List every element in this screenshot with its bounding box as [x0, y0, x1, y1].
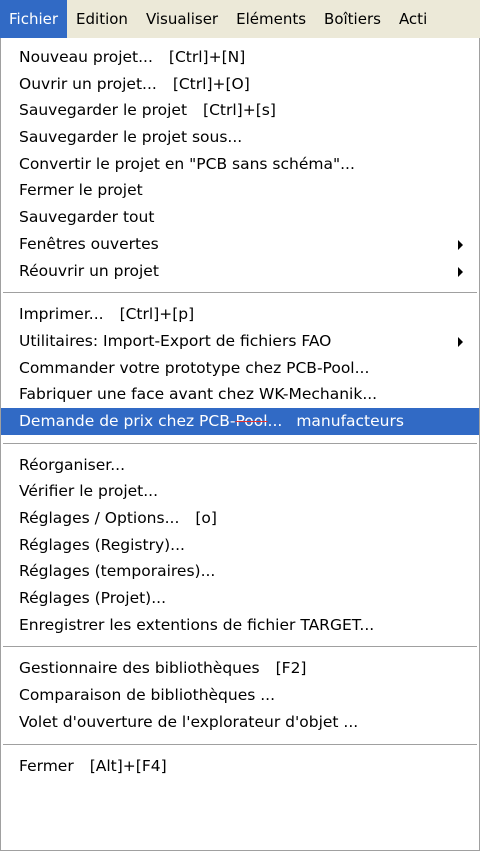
menu-item-fabriquer-face-avant[interactable]: Fabriquer une face avant chez WK-Mechani…	[1, 381, 479, 408]
menu-item-shortcut: [Ctrl]+[O]	[172, 74, 250, 93]
menu-item-label: Ouvrir un projet...	[19, 74, 157, 93]
menu-item-label: Réglages / Options...	[19, 509, 180, 527]
menu-item-gestionnaire-bibliotheques[interactable]: Gestionnaire des bibliothèques [F2]	[1, 655, 479, 682]
menu-separator	[3, 292, 477, 294]
menu-item-convertir-projet[interactable]: Convertir le projet en "PCB sans schéma"…	[1, 151, 479, 178]
menu-item-label-struck: Pool	[235, 411, 268, 430]
menu-item-demande-de-prix[interactable]: Demande de prix chez PCB-Pool... manufact…	[1, 407, 479, 435]
menu-item-extra: manufacteurs	[296, 411, 404, 430]
menu-item-label: Gestionnaire des bibliothèques	[19, 659, 260, 678]
menu-item-label: Réglages (temporaires)...	[19, 562, 216, 581]
menubar-elements[interactable]: Eléments	[227, 0, 315, 38]
menu-item-enregistrer-extentions[interactable]: Enregistrer les extentions de fichier TA…	[1, 612, 479, 639]
menu-item-label: Réglages (Projet)...	[19, 589, 167, 608]
submenu-arrow-icon	[458, 239, 463, 250]
menu-item-reouvrir-projet[interactable]: Réouvrir un projet	[1, 258, 479, 285]
menu-item-reglages-options[interactable]: Réglages / Options... [o]	[1, 505, 479, 532]
menu-item-reorganiser[interactable]: Réorganiser...	[1, 452, 479, 479]
menubar-visualiser[interactable]: Visualiser	[137, 0, 227, 38]
menu-item-sauvegarder-projet-sous[interactable]: Sauvegarder le projet sous...	[1, 124, 479, 151]
menu-item-label: Comparaison de bibliothèques ...	[19, 686, 276, 705]
menu-item-fenetres-ouvertes[interactable]: Fenêtres ouvertes	[1, 231, 479, 258]
menu-separator	[3, 646, 477, 648]
menu-item-label: Imprimer...	[19, 305, 104, 324]
menubar-fichier[interactable]: Fichier	[0, 0, 68, 38]
menu-item-label: Sauvegarder tout	[19, 208, 155, 227]
menu-item-label: Réglages (Registry)...	[19, 535, 185, 554]
menu-item-label: Sauvegarder le projet	[19, 101, 188, 120]
menubar-actions[interactable]: Acti	[390, 0, 436, 38]
menu-item-nouveau-projet[interactable]: Nouveau projet... [Ctrl]+[N]	[1, 44, 479, 71]
menu-item-commander-prototype[interactable]: Commander votre prototype chez PCB-Pool.…	[1, 355, 479, 382]
menu-item-utilitaires-import-export[interactable]: Utilitaires: Import-Export de fichiers F…	[1, 328, 479, 355]
menu-item-volet-explorateur[interactable]: Volet d'ouverture de l'explorateur d'obj…	[1, 709, 479, 736]
menu-item-sauvegarder-projet[interactable]: Sauvegarder le projet [Ctrl]+[s]	[1, 97, 479, 124]
menu-item-label: Nouveau projet...	[19, 48, 153, 66]
menu-item-shortcut: [Ctrl]+[p]	[119, 305, 195, 324]
menubar-boitiers[interactable]: Boîtiers	[315, 0, 390, 38]
menu-item-imprimer[interactable]: Imprimer... [Ctrl]+[p]	[1, 301, 479, 328]
menu-separator	[3, 442, 477, 444]
menu-item-ouvrir-projet[interactable]: Ouvrir un projet... [Ctrl]+[O]	[1, 71, 479, 98]
menu-item-label: Volet d'ouverture de l'explorateur d'obj…	[19, 712, 359, 731]
menu-item-fermer[interactable]: Fermer [Alt]+[F4]	[1, 753, 479, 780]
submenu-arrow-icon	[458, 336, 463, 347]
menu-separator	[3, 743, 477, 745]
menu-item-label: Fermer le projet	[19, 181, 143, 200]
menu-item-label: Vérifier le projet...	[19, 482, 159, 501]
menu-item-fermer-projet[interactable]: Fermer le projet	[1, 177, 479, 204]
menu-item-shortcut: [Alt]+[F4]	[89, 756, 167, 775]
menu-item-label-start: Demande de prix chez PCB-	[19, 411, 236, 430]
menu-item-comparaison-bibliotheques[interactable]: Comparaison de bibliothèques ...	[1, 682, 479, 709]
menu-item-label: Convertir le projet en "PCB sans schéma"…	[19, 154, 355, 173]
menu-item-label: Réouvrir un projet	[19, 261, 159, 280]
menu-item-label: Fermer	[19, 756, 74, 775]
menu-item-verifier-projet[interactable]: Vérifier le projet...	[1, 478, 479, 505]
menu-item-label: Fabriquer une face avant chez WK-Mechani…	[19, 385, 378, 404]
menubar-edition[interactable]: Edition	[67, 0, 137, 38]
menu-item-shortcut: [Ctrl]+[N]	[168, 48, 246, 66]
menu-item-label: Sauvegarder le projet sous...	[19, 128, 243, 147]
fichier-dropdown-menu: Nouveau projet... [Ctrl]+[N] Ouvrir un pr…	[0, 38, 480, 851]
menu-bar: Fichier Edition Visualiser Eléments Boît…	[0, 0, 480, 38]
menu-item-shortcut: [Ctrl]+[s]	[203, 101, 276, 120]
menu-item-sauvegarder-tout[interactable]: Sauvegarder tout	[1, 204, 479, 231]
menu-item-label: Enregistrer les extentions de fichier TA…	[19, 615, 375, 634]
menu-item-reglages-temporaires[interactable]: Réglages (temporaires)...	[1, 558, 479, 585]
menu-item-label: Utilitaires: Import-Export de fichiers F…	[19, 331, 332, 350]
menu-item-label: Réorganiser...	[19, 455, 126, 474]
menu-item-shortcut: [o]	[195, 509, 217, 527]
menu-item-shortcut: [F2]	[275, 659, 307, 678]
menu-item-reglages-projet[interactable]: Réglages (Projet)...	[1, 585, 479, 612]
menu-item-label: Commander votre prototype chez PCB-Pool.…	[19, 358, 370, 377]
menu-item-reglages-registry[interactable]: Réglages (Registry)...	[1, 532, 479, 559]
menu-item-label-end: ...	[267, 411, 283, 430]
menu-item-label: Fenêtres ouvertes	[19, 234, 159, 253]
submenu-arrow-icon	[458, 266, 463, 277]
